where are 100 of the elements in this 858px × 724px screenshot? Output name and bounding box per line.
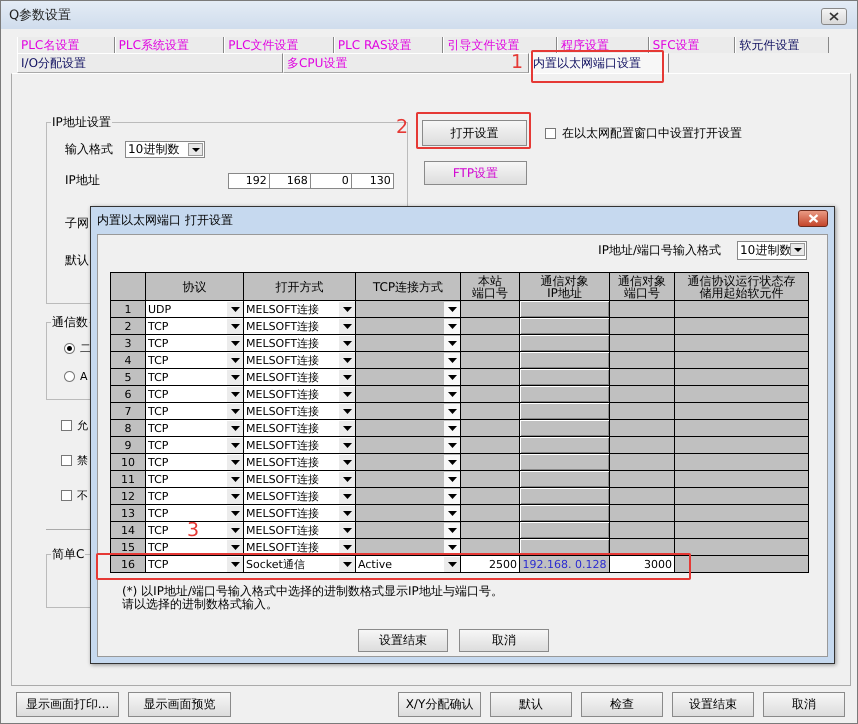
open-method-dropdown[interactable]: Socket通信 bbox=[244, 556, 355, 572]
device-cell[interactable] bbox=[674, 488, 808, 504]
dialog-button[interactable]: 取消 bbox=[459, 629, 549, 652]
open-settings-button[interactable]: 打开设置 bbox=[422, 120, 527, 146]
ip-cell[interactable] bbox=[520, 488, 610, 504]
tab[interactable]: I/O分配设置 bbox=[17, 53, 283, 73]
footer-button[interactable]: 显示画面打印... bbox=[16, 692, 119, 717]
footer-button[interactable]: 默认 bbox=[490, 692, 572, 717]
radio-button[interactable] bbox=[64, 371, 75, 382]
checkbox[interactable] bbox=[545, 128, 556, 138]
protocol-dropdown[interactable]: TCP bbox=[146, 386, 243, 402]
tab[interactable]: 软元件设置 bbox=[735, 37, 830, 53]
footer-button[interactable]: 设置结束 bbox=[672, 692, 754, 717]
port-cell[interactable] bbox=[610, 300, 674, 318]
ftp-settings-button[interactable]: FTP设置 bbox=[424, 161, 527, 185]
ip-cell[interactable] bbox=[520, 402, 610, 420]
port-cell[interactable] bbox=[610, 454, 674, 470]
device-cell[interactable] bbox=[674, 300, 808, 318]
port-cell[interactable] bbox=[610, 504, 674, 522]
port-cell[interactable] bbox=[460, 368, 520, 386]
device-cell[interactable] bbox=[674, 436, 808, 454]
ip-cell[interactable] bbox=[520, 352, 610, 368]
port-cell[interactable] bbox=[460, 300, 520, 318]
port-cell[interactable] bbox=[610, 402, 674, 420]
close-button[interactable] bbox=[798, 210, 828, 227]
footer-button[interactable]: 取消 bbox=[763, 692, 845, 717]
protocol-dropdown[interactable]: TCP bbox=[146, 556, 243, 572]
footer-button[interactable]: 显示画面预览 bbox=[128, 692, 231, 717]
ip-cell[interactable] bbox=[520, 522, 610, 538]
port-cell[interactable]: 2500 bbox=[460, 556, 520, 572]
ip-cell[interactable] bbox=[520, 420, 610, 436]
device-cell[interactable] bbox=[674, 352, 808, 368]
open-method-dropdown[interactable]: MELSOFT连接 bbox=[244, 488, 355, 504]
footer-button[interactable]: 检查 bbox=[581, 692, 663, 717]
open-method-dropdown[interactable]: MELSOFT连接 bbox=[244, 454, 355, 470]
port-cell[interactable] bbox=[460, 436, 520, 454]
port-cell[interactable] bbox=[460, 318, 520, 334]
port-cell[interactable] bbox=[610, 420, 674, 436]
footer-button[interactable]: X/Y分配确认 bbox=[398, 692, 481, 717]
device-cell[interactable] bbox=[674, 420, 808, 436]
protocol-dropdown[interactable]: TCP bbox=[146, 403, 243, 419]
format-dropdown[interactable]: 10进制数 bbox=[737, 241, 807, 260]
open-method-dropdown[interactable]: MELSOFT连接 bbox=[244, 437, 355, 453]
port-cell[interactable] bbox=[460, 454, 520, 470]
tab[interactable]: 内置以太网端口设置 bbox=[529, 53, 669, 73]
port-cell[interactable]: 3000 bbox=[610, 556, 674, 572]
port-cell[interactable] bbox=[610, 352, 674, 368]
ip-cell[interactable] bbox=[520, 436, 610, 454]
open-method-dropdown[interactable]: MELSOFT连接 bbox=[244, 301, 355, 317]
close-button[interactable] bbox=[821, 8, 847, 25]
port-cell[interactable] bbox=[460, 488, 520, 504]
checkbox[interactable] bbox=[61, 490, 72, 501]
port-cell[interactable] bbox=[460, 504, 520, 522]
port-cell[interactable] bbox=[460, 334, 520, 352]
protocol-dropdown[interactable]: TCP bbox=[146, 454, 243, 470]
open-method-dropdown[interactable]: MELSOFT连接 bbox=[244, 522, 355, 538]
protocol-dropdown[interactable]: TCP bbox=[146, 420, 243, 436]
port-cell[interactable] bbox=[610, 368, 674, 386]
device-cell[interactable] bbox=[674, 522, 808, 538]
device-cell[interactable] bbox=[674, 402, 808, 420]
port-cell[interactable] bbox=[610, 470, 674, 488]
port-cell[interactable] bbox=[460, 420, 520, 436]
checkbox[interactable] bbox=[61, 420, 72, 431]
port-cell[interactable] bbox=[460, 386, 520, 402]
ip-cell[interactable] bbox=[520, 504, 610, 522]
device-cell[interactable] bbox=[674, 470, 808, 488]
ip-cell[interactable] bbox=[520, 300, 610, 318]
open-method-dropdown[interactable]: MELSOFT连接 bbox=[244, 318, 355, 334]
device-cell[interactable] bbox=[674, 454, 808, 470]
device-cell[interactable] bbox=[674, 538, 808, 556]
port-cell[interactable] bbox=[460, 352, 520, 368]
protocol-dropdown[interactable]: TCP bbox=[146, 471, 243, 487]
port-cell[interactable] bbox=[610, 386, 674, 402]
format-dropdown[interactable]: 10进制数 bbox=[125, 141, 205, 158]
device-cell[interactable] bbox=[674, 386, 808, 402]
ip-cell[interactable]: 192.168. 0.128 bbox=[520, 556, 610, 572]
open-method-dropdown[interactable]: MELSOFT连接 bbox=[244, 386, 355, 402]
open-method-dropdown[interactable]: MELSOFT连接 bbox=[244, 403, 355, 419]
ip-cell[interactable] bbox=[520, 368, 610, 386]
port-cell[interactable] bbox=[610, 488, 674, 504]
ip-cell[interactable] bbox=[520, 470, 610, 488]
open-method-dropdown[interactable]: MELSOFT连接 bbox=[244, 471, 355, 487]
radio-button[interactable] bbox=[64, 343, 75, 354]
ip-cell[interactable] bbox=[520, 334, 610, 352]
protocol-dropdown[interactable]: TCP bbox=[146, 437, 243, 453]
ip-cell[interactable] bbox=[520, 386, 610, 402]
protocol-dropdown[interactable]: UDP bbox=[146, 301, 243, 317]
protocol-dropdown[interactable]: TCP bbox=[146, 488, 243, 504]
ip-cell[interactable] bbox=[520, 454, 610, 470]
port-cell[interactable] bbox=[460, 402, 520, 420]
device-cell[interactable] bbox=[674, 318, 808, 334]
port-cell[interactable] bbox=[460, 470, 520, 488]
protocol-dropdown[interactable]: TCP bbox=[146, 335, 243, 351]
open-method-dropdown[interactable]: MELSOFT连接 bbox=[244, 335, 355, 351]
port-cell[interactable] bbox=[460, 522, 520, 538]
protocol-dropdown[interactable]: TCP bbox=[146, 505, 243, 521]
open-method-dropdown[interactable]: MELSOFT连接 bbox=[244, 352, 355, 368]
device-cell[interactable] bbox=[674, 556, 808, 572]
port-cell[interactable] bbox=[610, 318, 674, 334]
tcp-mode-dropdown[interactable]: Active bbox=[356, 556, 460, 572]
